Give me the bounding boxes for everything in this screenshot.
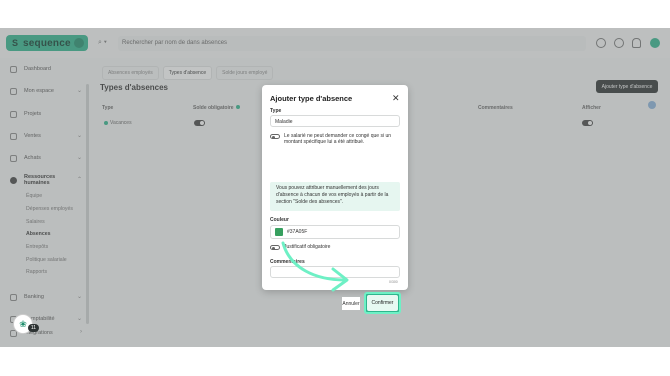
app-window: S sequence ⌕ ▾ Rechercher par nom de dan… xyxy=(0,28,670,347)
pointer-arrow-icon xyxy=(281,241,349,292)
